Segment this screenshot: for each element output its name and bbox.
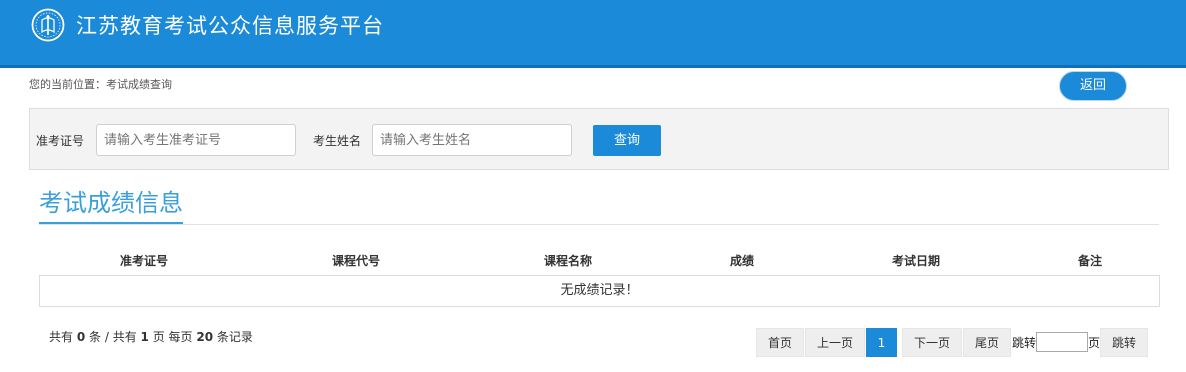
summary-per-page: 20 xyxy=(196,330,214,344)
next-page-button[interactable]: 下一页 xyxy=(902,328,962,357)
back-button[interactable]: 返回 xyxy=(1059,71,1127,101)
candidate-name-label: 考生姓名 xyxy=(313,134,362,148)
jump-page-input[interactable] xyxy=(1036,332,1088,352)
column-header-exam-date: 考试日期 xyxy=(892,254,941,268)
ticket-number-label: 准考证号 xyxy=(36,134,85,148)
jump-suffix-label: 页 xyxy=(1088,336,1101,350)
empty-results-row: 无成绩记录！ xyxy=(39,275,1160,307)
summary-pages: 1 xyxy=(140,330,149,344)
summary-total: 0 xyxy=(76,330,86,344)
site-title: 江苏教育考试公众信息服务平台 xyxy=(76,14,384,38)
section-title: 考试成绩信息 xyxy=(39,186,183,224)
breadcrumb: 您的当前位置：考试成绩查询 xyxy=(29,78,172,91)
query-button[interactable]: 查询 xyxy=(593,125,661,156)
column-header-course-name: 课程名称 xyxy=(544,254,593,268)
section-divider xyxy=(39,224,1159,225)
column-header-ticket-number: 准考证号 xyxy=(120,254,169,268)
summary-unit-1: 条 / 共有 xyxy=(89,330,137,344)
first-page-button[interactable]: 首页 xyxy=(756,328,804,357)
record-summary: 共有 0 条 / 共有 1 页 每页 20 条记录 xyxy=(49,329,253,345)
exam-seal-icon xyxy=(31,8,65,42)
candidate-name-input[interactable] xyxy=(372,124,572,156)
jump-button[interactable]: 跳转 xyxy=(1100,328,1148,357)
column-header-course-code: 课程代号 xyxy=(332,254,381,268)
summary-unit-2: 页 每页 xyxy=(152,330,193,344)
column-header-remarks: 备注 xyxy=(1078,254,1103,268)
search-panel: 准考证号 考生姓名 查询 xyxy=(29,108,1169,170)
last-page-button[interactable]: 尾页 xyxy=(963,328,1011,357)
summary-prefix: 共有 xyxy=(49,330,74,344)
column-header-score: 成绩 xyxy=(730,254,755,268)
prev-page-button[interactable]: 上一页 xyxy=(805,328,865,357)
current-page-button[interactable]: 1 xyxy=(866,328,897,357)
jump-prefix-label: 跳转 xyxy=(1012,336,1037,350)
site-header: 江苏教育考试公众信息服务平台 xyxy=(0,0,1186,68)
summary-unit-3: 条记录 xyxy=(216,330,253,344)
ticket-number-input[interactable] xyxy=(96,124,296,156)
